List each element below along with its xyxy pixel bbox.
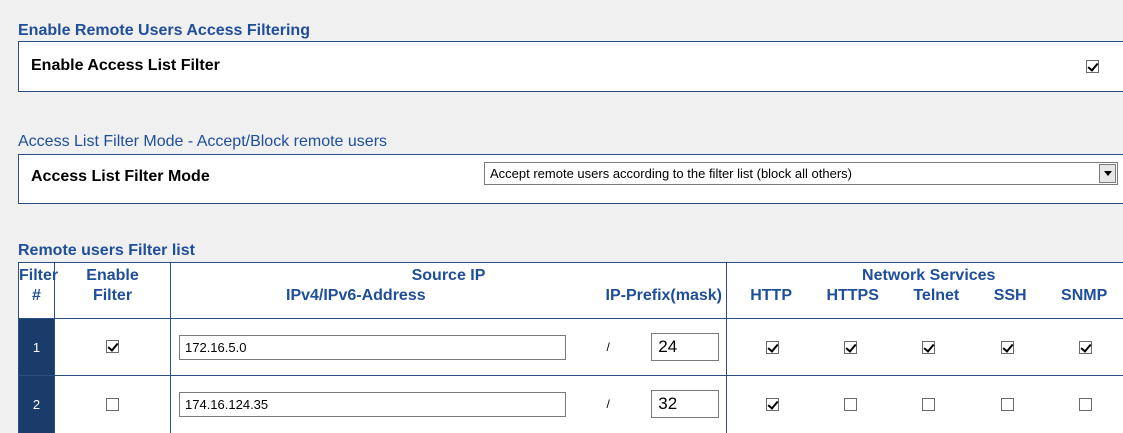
prefix-separator: / bbox=[606, 340, 609, 354]
enable-filter-panel: Enable Access List Filter bbox=[18, 41, 1123, 92]
ip-address-input[interactable]: 172.16.5.0 bbox=[179, 335, 566, 360]
row-number: 1 bbox=[19, 319, 55, 376]
filter-mode-selected-value: Accept remote users according to the fil… bbox=[490, 166, 852, 181]
enable-access-list-label: Enable Access List Filter bbox=[31, 57, 220, 75]
http-checkbox[interactable] bbox=[766, 398, 779, 411]
filter-mode-panel: Access List Filter Mode Accept remote us… bbox=[18, 154, 1123, 204]
prefix-header: IP-Prefix(mask) bbox=[606, 286, 727, 306]
service-header-snmp: SNMP bbox=[1061, 286, 1107, 306]
network-services-header: Network Services HTTP HTTPS Telnet SSH S… bbox=[727, 263, 1123, 319]
row-enable-checkbox[interactable] bbox=[106, 340, 119, 353]
https-checkbox[interactable] bbox=[844, 341, 857, 354]
prefix-mask-input[interactable]: 32 bbox=[651, 390, 719, 418]
ip-address-input[interactable]: 174.16.124.35 bbox=[179, 392, 566, 417]
chevron-down-icon[interactable] bbox=[1099, 164, 1116, 183]
telnet-checkbox[interactable] bbox=[922, 398, 935, 411]
prefix-mask-input[interactable]: 24 bbox=[651, 333, 719, 361]
service-header-https: HTTPS bbox=[826, 286, 878, 306]
service-header-telnet: Telnet bbox=[913, 286, 959, 306]
filter-list-table: Filter# EnableFilter Source IP IPv4/IPv6… bbox=[18, 262, 1123, 433]
http-checkbox[interactable] bbox=[766, 341, 779, 354]
row-number: 2 bbox=[19, 376, 55, 433]
ssh-checkbox[interactable] bbox=[1001, 398, 1014, 411]
service-header-http: HTTP bbox=[750, 286, 792, 306]
service-header-ssh: SSH bbox=[994, 286, 1027, 306]
section-title-filter-mode: Access List Filter Mode - Accept/Block r… bbox=[18, 133, 387, 151]
row-enable-checkbox[interactable] bbox=[106, 398, 119, 411]
filter-number-header: Filter# bbox=[19, 263, 55, 319]
enable-access-list-checkbox[interactable] bbox=[1086, 60, 1099, 73]
snmp-checkbox[interactable] bbox=[1079, 398, 1092, 411]
table-header-row: Filter# EnableFilter Source IP IPv4/IPv6… bbox=[19, 263, 1123, 319]
prefix-separator: / bbox=[606, 397, 609, 411]
filter-mode-label: Access List Filter Mode bbox=[31, 168, 210, 186]
enable-filter-header: EnableFilter bbox=[55, 263, 171, 319]
filter-mode-select[interactable]: Accept remote users according to the fil… bbox=[484, 162, 1118, 185]
snmp-checkbox[interactable] bbox=[1079, 341, 1092, 354]
https-checkbox[interactable] bbox=[844, 398, 857, 411]
table-row: 2 174.16.124.35 / 32 bbox=[19, 376, 1123, 433]
address-header: IPv4/IPv6-Address bbox=[171, 286, 426, 306]
section-title-filter-list: Remote users Filter list bbox=[18, 242, 195, 260]
table-row: 1 172.16.5.0 / 24 bbox=[19, 319, 1123, 376]
section-title-enable-filtering: Enable Remote Users Access Filtering bbox=[18, 22, 310, 40]
telnet-checkbox[interactable] bbox=[922, 341, 935, 354]
ssh-checkbox[interactable] bbox=[1001, 341, 1014, 354]
source-ip-header: Source IP IPv4/IPv6-Address IP-Prefix(ma… bbox=[171, 263, 727, 319]
